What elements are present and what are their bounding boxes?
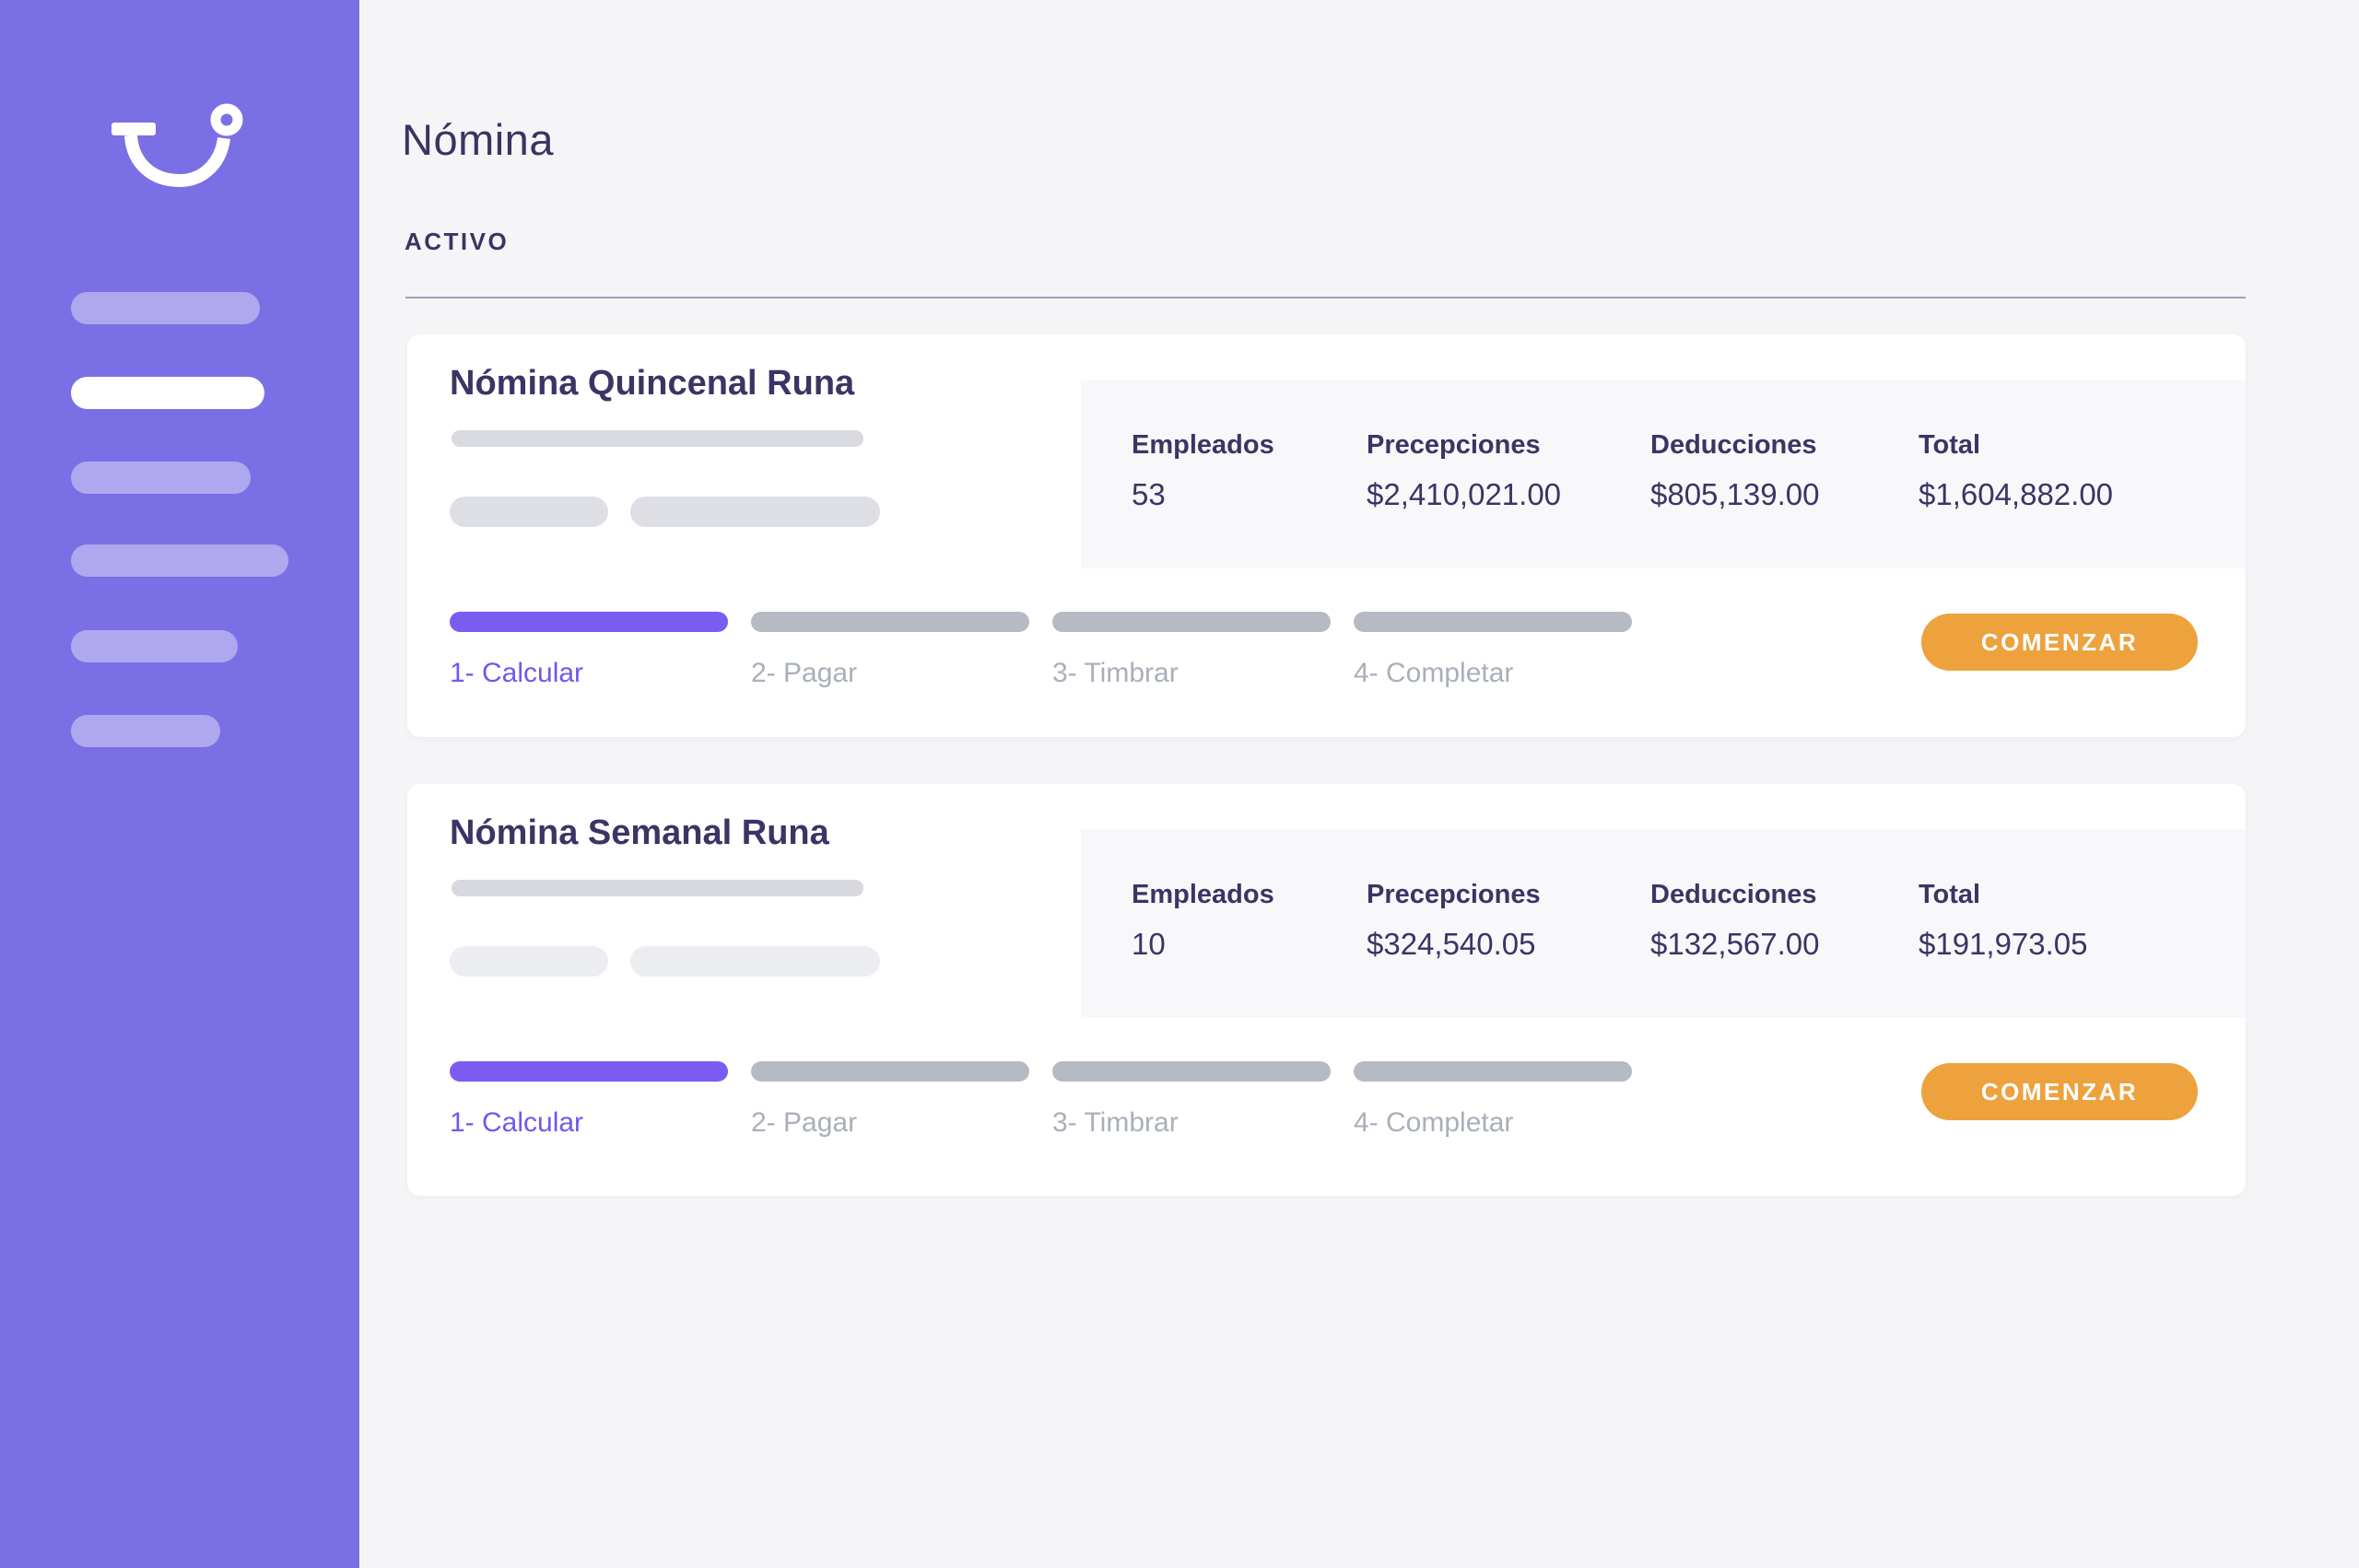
stat-value: $191,973.05 bbox=[1919, 927, 2088, 962]
stat-value: $324,540.05 bbox=[1367, 927, 1650, 962]
step-label: 4- Completar bbox=[1354, 658, 1632, 689]
payroll-steps: 1- Calcular 2- Pagar 3- Timbrar 4- Compl… bbox=[450, 612, 1632, 689]
stat-total: Total $191,973.05 bbox=[1919, 880, 2088, 1018]
step-label[interactable]: 1- Calcular bbox=[450, 1107, 728, 1139]
step-completar: 4- Completar bbox=[1354, 1061, 1632, 1139]
step-label: 2- Pagar bbox=[751, 658, 1029, 689]
stat-empleados: Empleados 53 bbox=[1132, 430, 1367, 568]
stat-label: Empleados bbox=[1132, 430, 1367, 461]
skeleton-line bbox=[450, 946, 608, 977]
skeleton-line bbox=[630, 497, 880, 527]
stat-total: Total $1,604,882.00 bbox=[1919, 430, 2113, 568]
sidebar-item-skeleton[interactable] bbox=[71, 462, 251, 494]
stat-label: Deducciones bbox=[1650, 430, 1919, 461]
stat-empleados: Empleados 10 bbox=[1132, 880, 1367, 1018]
comenzar-button[interactable]: COMENZAR bbox=[1921, 614, 2198, 671]
sidebar-item-skeleton[interactable] bbox=[71, 630, 238, 662]
stat-label: Empleados bbox=[1132, 880, 1367, 910]
step-progress-bar bbox=[450, 612, 728, 632]
payroll-stats: Empleados 10 Precepciones $324,540.05 De… bbox=[1081, 829, 2246, 1018]
skeleton-line bbox=[450, 497, 608, 527]
stat-value: $1,604,882.00 bbox=[1919, 477, 2113, 512]
sidebar-item-skeleton[interactable] bbox=[71, 715, 220, 747]
stat-value: $805,139.00 bbox=[1650, 477, 1919, 512]
step-completar: 4- Completar bbox=[1354, 612, 1632, 689]
stat-value: $2,410,021.00 bbox=[1367, 477, 1650, 512]
step-label: 4- Completar bbox=[1354, 1107, 1632, 1139]
tab-activo[interactable]: ACTIVO bbox=[405, 228, 509, 256]
step-label[interactable]: 1- Calcular bbox=[450, 658, 728, 689]
step-progress-bar bbox=[1354, 1061, 1632, 1082]
step-calcular: 1- Calcular bbox=[450, 1061, 728, 1139]
stat-label: Precepciones bbox=[1367, 880, 1650, 910]
step-pagar: 2- Pagar bbox=[751, 612, 1029, 689]
stat-label: Precepciones bbox=[1367, 430, 1650, 461]
step-progress-bar bbox=[751, 612, 1029, 632]
stat-label: Deducciones bbox=[1650, 880, 1919, 910]
step-calcular: 1- Calcular bbox=[450, 612, 728, 689]
runa-logo-icon[interactable] bbox=[107, 95, 245, 194]
step-progress-bar bbox=[450, 1061, 728, 1082]
step-label: 3- Timbrar bbox=[1052, 658, 1331, 689]
comenzar-button[interactable]: COMENZAR bbox=[1921, 1063, 2198, 1120]
stat-precepciones: Precepciones $324,540.05 bbox=[1367, 880, 1650, 1018]
stat-label: Total bbox=[1919, 880, 2088, 910]
step-pagar: 2- Pagar bbox=[751, 1061, 1029, 1139]
stat-deducciones: Deducciones $132,567.00 bbox=[1650, 880, 1919, 1018]
step-progress-bar bbox=[751, 1061, 1029, 1082]
step-timbrar: 3- Timbrar bbox=[1052, 1061, 1331, 1139]
step-progress-bar bbox=[1354, 612, 1632, 632]
payroll-steps: 1- Calcular 2- Pagar 3- Timbrar 4- Compl… bbox=[450, 1061, 1632, 1139]
tab-divider bbox=[405, 297, 2246, 298]
stat-precepciones: Precepciones $2,410,021.00 bbox=[1367, 430, 1650, 568]
skeleton-line bbox=[452, 880, 863, 896]
stat-value: 53 bbox=[1132, 477, 1367, 512]
step-progress-bar bbox=[1052, 612, 1331, 632]
payroll-card-title: Nómina Semanal Runa bbox=[450, 813, 829, 853]
payroll-stats: Empleados 53 Precepciones $2,410,021.00 … bbox=[1081, 380, 2246, 568]
sidebar-item-skeleton[interactable] bbox=[71, 292, 260, 324]
step-label: 3- Timbrar bbox=[1052, 1107, 1331, 1139]
step-progress-bar bbox=[1052, 1061, 1331, 1082]
sidebar bbox=[0, 0, 359, 1568]
page-title: Nómina bbox=[402, 114, 554, 165]
stat-value: 10 bbox=[1132, 927, 1367, 962]
step-label: 2- Pagar bbox=[751, 1107, 1029, 1139]
payroll-card-quincenal: Nómina Quincenal Runa Empleados 53 Prece… bbox=[407, 334, 2246, 737]
main-content: Nómina ACTIVO Nómina Quincenal Runa Empl… bbox=[359, 0, 2359, 1568]
step-timbrar: 3- Timbrar bbox=[1052, 612, 1331, 689]
payroll-card-title: Nómina Quincenal Runa bbox=[450, 364, 854, 404]
stat-value: $132,567.00 bbox=[1650, 927, 1919, 962]
payroll-card-semanal: Nómina Semanal Runa Empleados 10 Precepc… bbox=[407, 784, 2246, 1196]
sidebar-item-active[interactable] bbox=[71, 377, 264, 409]
sidebar-item-skeleton[interactable] bbox=[71, 544, 288, 577]
stat-label: Total bbox=[1919, 430, 2113, 461]
skeleton-line bbox=[630, 946, 880, 977]
stat-deducciones: Deducciones $805,139.00 bbox=[1650, 430, 1919, 568]
skeleton-line bbox=[452, 430, 863, 447]
